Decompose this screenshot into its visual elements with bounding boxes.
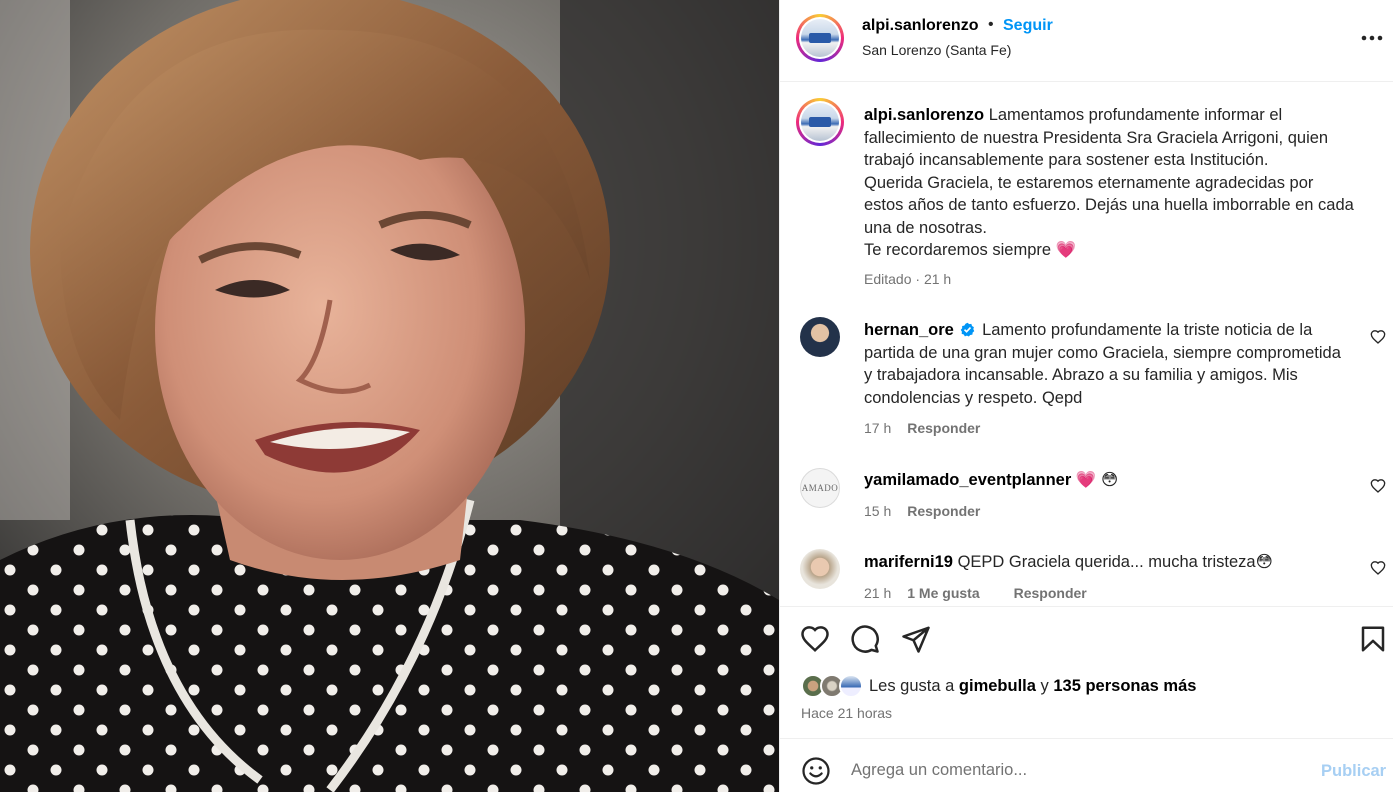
comment-body: hernan_ore Lamento profundamente la tris…	[864, 319, 1348, 409]
reply-button[interactable]: Responder	[1014, 585, 1087, 601]
comment-meta: 21 h 1 Me gusta Responder	[864, 585, 1087, 601]
post-timestamp[interactable]: Hace 21 horas	[801, 705, 892, 721]
likers-avatars[interactable]	[801, 674, 867, 698]
post-location[interactable]: San Lorenzo (Santa Fe)	[862, 42, 1011, 58]
emoji-smiley-icon[interactable]	[801, 756, 831, 786]
comment-likes[interactable]: 1 Me gusta	[907, 585, 979, 601]
author-username[interactable]: alpi.sanlorenzo	[862, 17, 978, 35]
save-bookmark-icon[interactable]	[1358, 624, 1388, 654]
liker-avatar	[839, 674, 863, 698]
comment-body: mariferni19 QEPD Graciela querida... muc…	[864, 551, 1348, 574]
likes-prefix: Les gusta a	[869, 677, 955, 695]
commenter-avatar[interactable]: AMADO	[800, 468, 840, 508]
edited-label: Editado	[864, 271, 912, 287]
comment-meta: 15 h Responder	[864, 503, 980, 519]
comment-time[interactable]: 15 h	[864, 503, 891, 519]
action-bar: Les gusta a gimebulla y 135 personas más…	[780, 606, 1393, 738]
post-details-panel: alpi.sanlorenzo • Seguir San Lorenzo (Sa…	[779, 0, 1393, 792]
comment-username[interactable]: mariferni19	[864, 553, 953, 571]
caption-text-3: Te recordaremos siempre 💗	[864, 241, 1077, 259]
comment-input[interactable]	[851, 753, 1301, 787]
likes-connector: y	[1040, 677, 1049, 695]
likes-others[interactable]: 135 personas más	[1053, 677, 1196, 695]
likes-summary: Les gusta a gimebulla y 135 personas más	[869, 677, 1196, 696]
liker-username[interactable]: gimebulla	[959, 677, 1036, 695]
comment-body: yamilamado_eventplanner 💗 😳	[864, 469, 1348, 492]
comment-text: QEPD Graciela querida... mucha tristeza😳	[957, 553, 1273, 571]
commenter-avatar[interactable]	[800, 549, 840, 589]
verified-badge-icon	[961, 322, 975, 337]
reply-button[interactable]: Responder	[907, 503, 980, 519]
caption-username[interactable]: alpi.sanlorenzo	[864, 106, 984, 124]
comment-time[interactable]: 17 h	[864, 420, 891, 436]
publish-button[interactable]: Publicar	[1321, 762, 1386, 781]
reply-button[interactable]: Responder	[907, 420, 980, 436]
post-header: alpi.sanlorenzo • Seguir San Lorenzo (Sa…	[780, 0, 1393, 82]
like-heart-icon[interactable]	[800, 624, 830, 654]
separator-dot: •	[988, 16, 994, 33]
like-comment-heart-icon[interactable]	[1370, 560, 1386, 576]
comment-meta: 17 h Responder	[864, 420, 980, 436]
comment-composer: Publicar	[780, 738, 1393, 792]
avatar-logo-text: AMADO	[801, 483, 839, 493]
more-options-icon[interactable]	[1358, 26, 1386, 50]
caption-text-2: Querida Graciela, te estaremos eternamen…	[864, 173, 1354, 237]
commenter-avatar[interactable]	[800, 317, 840, 357]
like-comment-heart-icon[interactable]	[1370, 329, 1386, 345]
comment-text: 💗 😳	[1075, 471, 1119, 489]
portrait-illustration	[0, 0, 779, 792]
caption-meta: Editado · 21 h	[864, 271, 952, 287]
comment-bubble-icon[interactable]	[850, 624, 880, 654]
comment-time[interactable]: 21 h	[864, 585, 891, 601]
post-image[interactable]	[0, 0, 779, 792]
author-avatar[interactable]	[796, 14, 844, 62]
like-comment-heart-icon[interactable]	[1370, 478, 1386, 494]
share-paper-plane-icon[interactable]	[901, 624, 931, 654]
comment-username[interactable]: hernan_ore	[864, 321, 954, 339]
caption-time[interactable]: 21 h	[924, 271, 951, 287]
comment-username[interactable]: yamilamado_eventplanner	[864, 471, 1071, 489]
post-caption: alpi.sanlorenzo Lamentamos profundamente…	[864, 104, 1354, 262]
follow-button[interactable]: Seguir	[1003, 17, 1053, 35]
caption-avatar[interactable]	[796, 98, 844, 146]
comments-section[interactable]: alpi.sanlorenzo Lamentamos profundamente…	[780, 83, 1393, 605]
